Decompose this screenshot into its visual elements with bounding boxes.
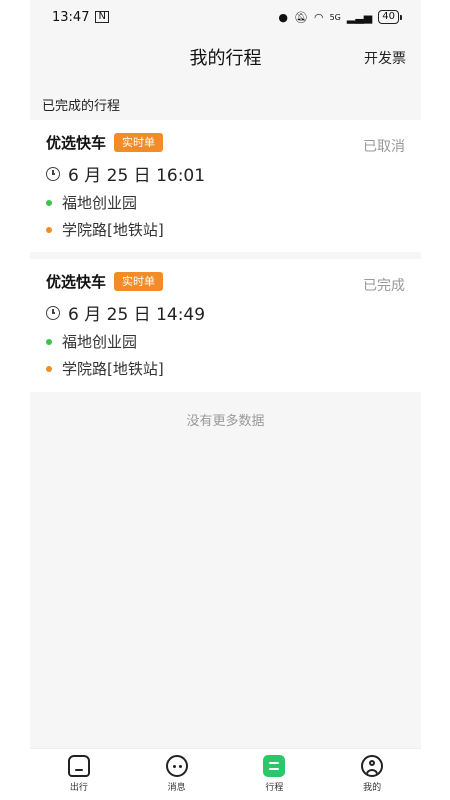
trip-icon: [263, 755, 286, 777]
service-name: 优选快车: [46, 134, 107, 152]
trip-origin: 福地创业园: [62, 194, 138, 212]
trip-status: 已取消: [363, 139, 405, 155]
trip-time: 6 月 25 日 14:49: [68, 305, 206, 325]
trip-destination: 学院路[地铁站]: [62, 221, 164, 239]
wifi-icon: ◠: [313, 10, 324, 24]
tab-profile[interactable]: 我的: [323, 749, 421, 800]
tab-label: 消息: [167, 783, 186, 793]
clock-icon: [46, 166, 60, 181]
service-name: 优选快车: [46, 273, 107, 291]
signal-icon: ▂▃▅: [346, 10, 373, 24]
end-dot-icon: [46, 365, 52, 372]
trip-origin: 福地创业园: [62, 333, 138, 351]
order-type-badge: 实时单: [114, 133, 164, 152]
status-bar: 13:47 N ● 🔕︎ ◠ 5G ▂▃▅ 40: [30, 0, 421, 34]
battery-level: 40: [382, 11, 395, 22]
trip-card[interactable]: 优选快车 实时单 已完成 6 月 25 日 14:49 福地创业园 学院路[地铁…: [30, 259, 421, 392]
start-dot-icon: [46, 199, 52, 206]
tab-messages[interactable]: 消息: [128, 749, 226, 800]
mute-icon: 🔕︎: [294, 10, 308, 24]
profile-icon: [361, 755, 384, 777]
battery-icon: 40: [378, 10, 402, 24]
trip-destination: 学院路[地铁站]: [62, 360, 164, 378]
title-bar: 我的行程 开发票: [30, 34, 421, 80]
tab-travel[interactable]: 出行: [30, 749, 128, 800]
bottom-tab-bar: 出行 消息 行程 我的: [30, 748, 421, 800]
trip-time: 6 月 25 日 16:01: [68, 166, 206, 186]
tab-label: 行程: [265, 783, 284, 793]
location-icon: ●: [278, 10, 288, 24]
home-icon: [67, 755, 90, 777]
clock-icon: [46, 305, 60, 320]
no-more-data-text: 没有更多数据: [186, 414, 265, 429]
nfc-icon: N: [95, 11, 109, 23]
end-dot-icon: [46, 226, 52, 233]
completed-section-header: 已完成的行程: [42, 99, 121, 114]
tab-label: 我的: [363, 783, 382, 793]
trip-card[interactable]: 优选快车 实时单 已取消 6 月 25 日 16:01 福地创业园 学院路[地铁…: [30, 120, 421, 252]
phone-screen: 13:47 N ● 🔕︎ ◠ 5G ▂▃▅ 40 我的行程 开发票 已完成的行程…: [30, 0, 421, 800]
invoice-button[interactable]: 开发票: [364, 48, 406, 68]
page-title: 我的行程: [189, 48, 262, 69]
message-icon: [165, 755, 188, 777]
status-time: 13:47: [52, 9, 90, 25]
signal-label: 5G: [329, 12, 341, 22]
trip-status: 已完成: [363, 278, 405, 294]
start-dot-icon: [46, 338, 52, 345]
tab-trips[interactable]: 行程: [226, 749, 324, 800]
order-type-badge: 实时单: [114, 272, 164, 291]
tab-label: 出行: [69, 783, 88, 793]
